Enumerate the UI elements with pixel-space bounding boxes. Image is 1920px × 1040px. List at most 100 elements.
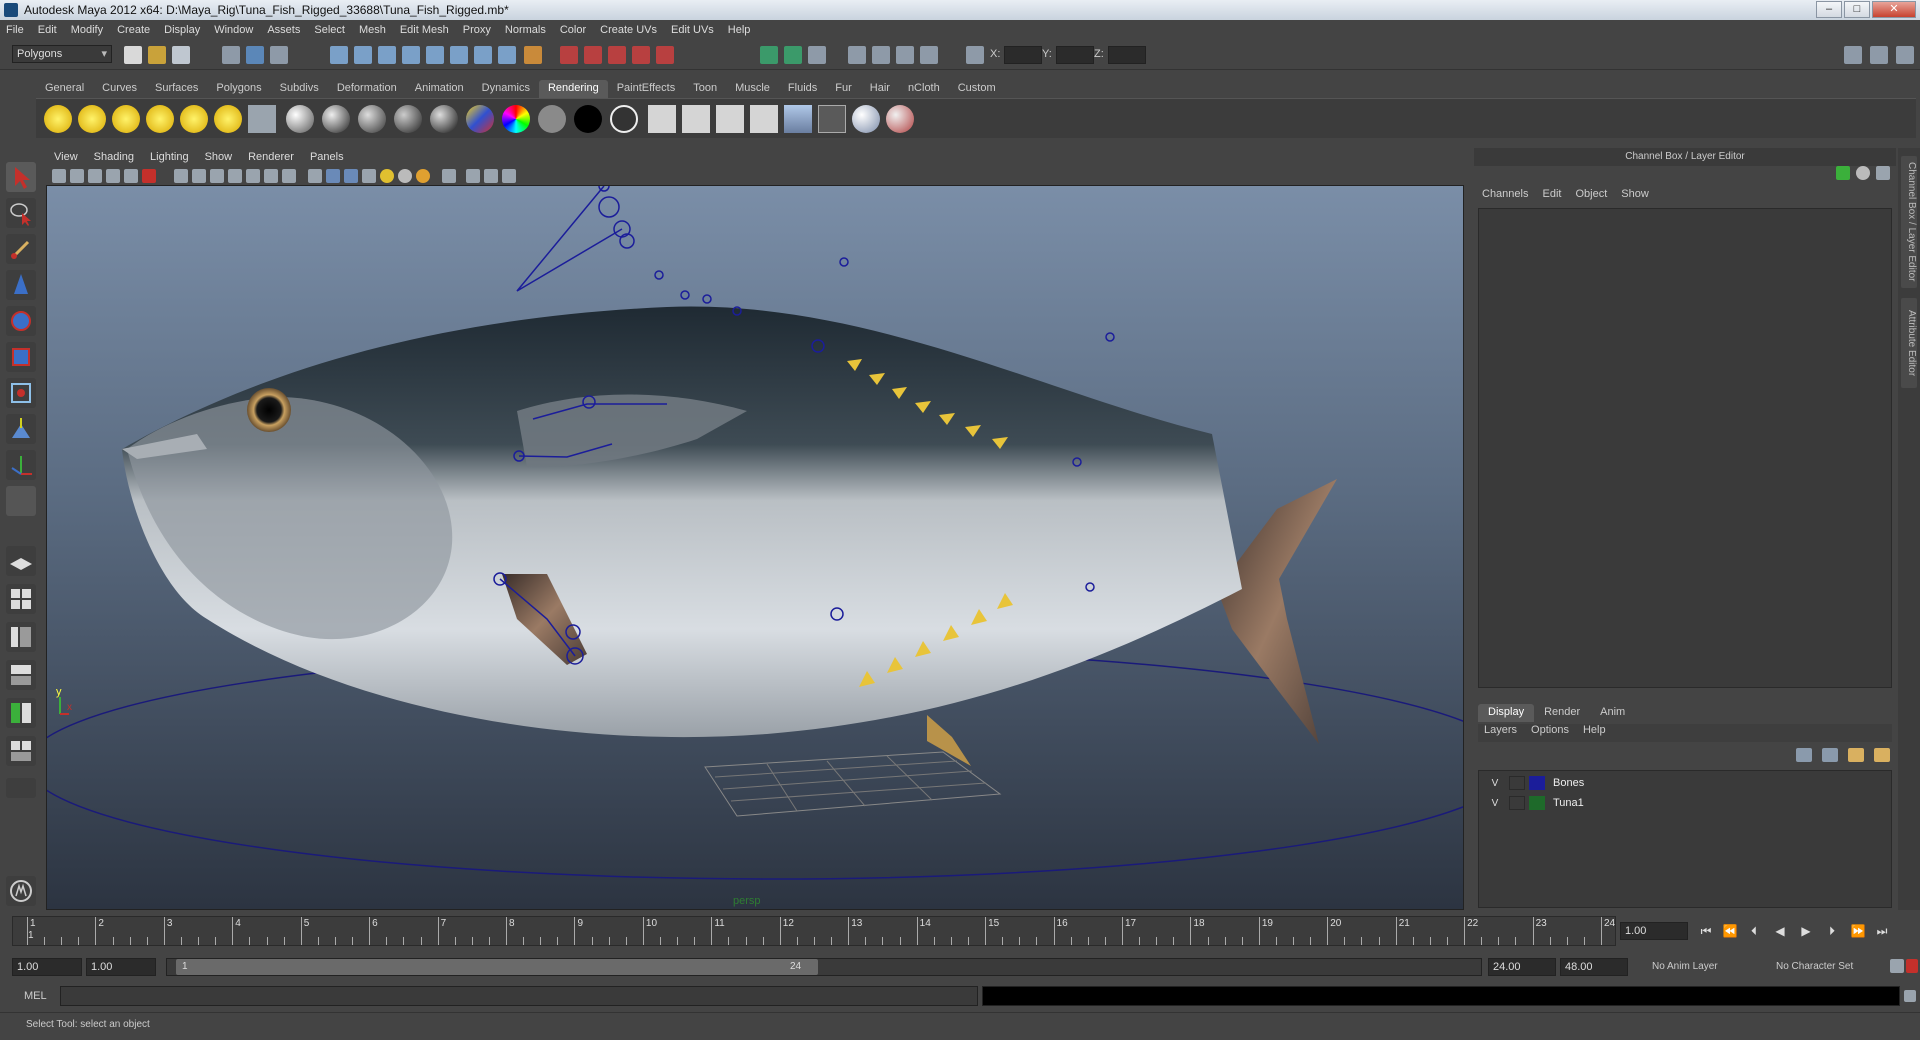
create-layer-from-selected-icon[interactable] [1822, 748, 1838, 762]
channel-menu-edit[interactable]: Edit [1542, 188, 1561, 206]
shelf-tab-hair[interactable]: Hair [861, 80, 899, 98]
layer-visibility-toggle[interactable]: V [1485, 798, 1505, 809]
point-light-icon[interactable] [112, 105, 140, 133]
menu-display[interactable]: Display [164, 24, 200, 36]
render-frame-icon[interactable] [560, 46, 578, 64]
open-scene-icon[interactable] [148, 46, 166, 64]
backface-culling-icon[interactable] [502, 169, 516, 183]
anim-layer-selector[interactable]: No Anim Layer [1652, 961, 1718, 972]
playback-start-field[interactable]: 1.00 [86, 958, 156, 976]
field-chart-icon[interactable] [246, 169, 260, 183]
time-slider[interactable]: 1 2 3 4 5 6 7 8 9 10 11 12 13 14 15 16 17 18 19 20 21 22 23 24 [12, 916, 1616, 946]
hand-icon[interactable] [524, 46, 542, 64]
create-empty-layer-icon[interactable] [1796, 748, 1812, 762]
show-manipulator-icon[interactable] [6, 450, 36, 480]
channel-box-pin-icon[interactable] [1876, 166, 1890, 180]
high-quality-icon[interactable] [416, 169, 430, 183]
maximize-button[interactable]: □ [1844, 1, 1870, 18]
menu-create-uvs[interactable]: Create UVs [600, 24, 657, 36]
phong-icon[interactable] [358, 105, 386, 133]
channel-box-settings-icon[interactable] [1856, 166, 1870, 180]
go-to-end-button[interactable]: ⏭ [1872, 922, 1892, 940]
render-current-icon[interactable] [648, 105, 676, 133]
perspective-viewport[interactable]: y x [46, 148, 1464, 910]
select-by-hierarchy-icon[interactable] [222, 46, 240, 64]
lambert-icon[interactable] [286, 105, 314, 133]
shelf-tab-curves[interactable]: Curves [93, 80, 146, 98]
animation-start-field[interactable]: 1.00 [12, 958, 82, 976]
layer-row-tuna1[interactable]: V Tuna1 [1479, 793, 1891, 813]
ramp-shader-icon[interactable] [466, 105, 494, 133]
persp-graph-layout-icon[interactable] [6, 660, 36, 690]
z-field[interactable] [1108, 46, 1146, 64]
layer-color-swatch[interactable] [1529, 776, 1545, 790]
gate-mask-icon[interactable] [228, 169, 242, 183]
render-view-window-icon[interactable] [784, 105, 812, 133]
y-field[interactable] [1056, 46, 1094, 64]
xray-joints-icon[interactable] [484, 169, 498, 183]
playback-end-field[interactable]: 24.00 [1488, 958, 1556, 976]
layer-tab-anim[interactable]: Anim [1590, 704, 1635, 722]
layer-menu-help[interactable]: Help [1583, 724, 1606, 742]
camera-icon[interactable] [248, 105, 276, 133]
step-back-key-button[interactable]: ⏴ [1744, 922, 1764, 940]
show-tool-settings-icon[interactable] [1870, 46, 1888, 64]
toggle-tool-icon[interactable] [784, 46, 802, 64]
grease-pencil-icon[interactable] [142, 169, 156, 183]
layer-display-type-toggle[interactable] [1509, 776, 1525, 790]
layer-tab-display[interactable]: Display [1478, 704, 1535, 722]
step-forward-frame-button[interactable]: ⏩ [1848, 922, 1868, 940]
channel-box-tool-icon[interactable] [1836, 166, 1850, 180]
animation-preferences-icon[interactable] [1906, 959, 1918, 973]
anisotropic-icon[interactable] [430, 105, 458, 133]
menu-help[interactable]: Help [728, 24, 751, 36]
paint-select-tool-icon[interactable] [6, 234, 36, 264]
batch-render-icon[interactable] [716, 105, 744, 133]
layer-color-swatch[interactable] [1529, 796, 1545, 810]
menu-color[interactable]: Color [560, 24, 586, 36]
isolate-select-icon[interactable] [442, 169, 456, 183]
side-tab-channel-box[interactable]: Channel Box / Layer Editor [1901, 156, 1917, 288]
safe-title-icon[interactable] [282, 169, 296, 183]
shelf-tab-rendering[interactable]: Rendering [538, 80, 608, 98]
uv-editor-icon[interactable] [920, 46, 938, 64]
shelf-tab-subdivs[interactable]: Subdivs [271, 80, 328, 98]
shelf-tab-animation[interactable]: Animation [406, 80, 473, 98]
shelf-tab-painteffects[interactable]: PaintEffects [608, 80, 685, 98]
menu-set-dropdown[interactable]: Polygons [12, 45, 112, 63]
toggle-panel-icon[interactable] [760, 46, 778, 64]
trax-icon[interactable] [896, 46, 914, 64]
auto-key-icon[interactable] [1890, 959, 1904, 973]
menu-edit-mesh[interactable]: Edit Mesh [400, 24, 449, 36]
image-plane-icon[interactable] [106, 169, 120, 183]
close-button[interactable]: ✕ [1872, 1, 1916, 18]
wireframe-icon[interactable] [308, 169, 322, 183]
shelf-tab-ncloth[interactable]: nCloth [899, 80, 949, 98]
outliner-icon[interactable] [808, 46, 826, 64]
select-by-component-icon[interactable] [270, 46, 288, 64]
shelf-tab-custom[interactable]: Custom [949, 80, 1005, 98]
animation-end-field[interactable]: 48.00 [1560, 958, 1628, 976]
menu-edit[interactable]: Edit [38, 24, 57, 36]
layer-tab-render[interactable]: Render [1534, 704, 1590, 722]
layer-menu-options[interactable]: Options [1531, 724, 1569, 742]
show-channel-box-icon[interactable] [1896, 46, 1914, 64]
four-view-layout-icon[interactable] [6, 584, 36, 614]
snap-curve-icon[interactable] [354, 46, 372, 64]
layer-display-type-toggle[interactable] [1509, 796, 1525, 810]
snap-surface-icon[interactable] [426, 46, 444, 64]
snap-grid-icon[interactable] [330, 46, 348, 64]
go-to-start-button[interactable]: ⏮ [1696, 922, 1716, 940]
step-back-frame-button[interactable]: ⏪ [1720, 922, 1740, 940]
camera-attributes-icon[interactable] [70, 169, 84, 183]
menu-edit-uvs[interactable]: Edit UVs [671, 24, 714, 36]
safe-action-icon[interactable] [264, 169, 278, 183]
menu-proxy[interactable]: Proxy [463, 24, 491, 36]
add-selected-to-layer-icon[interactable] [1848, 748, 1864, 762]
scale-tool-icon[interactable] [6, 342, 36, 372]
character-set-selector[interactable]: No Character Set [1776, 961, 1853, 972]
persp-outliner-layout-icon[interactable] [6, 622, 36, 652]
range-slider-handle[interactable] [176, 959, 818, 975]
wireframe-on-shaded-icon[interactable] [344, 169, 358, 183]
directional-light-icon[interactable] [78, 105, 106, 133]
